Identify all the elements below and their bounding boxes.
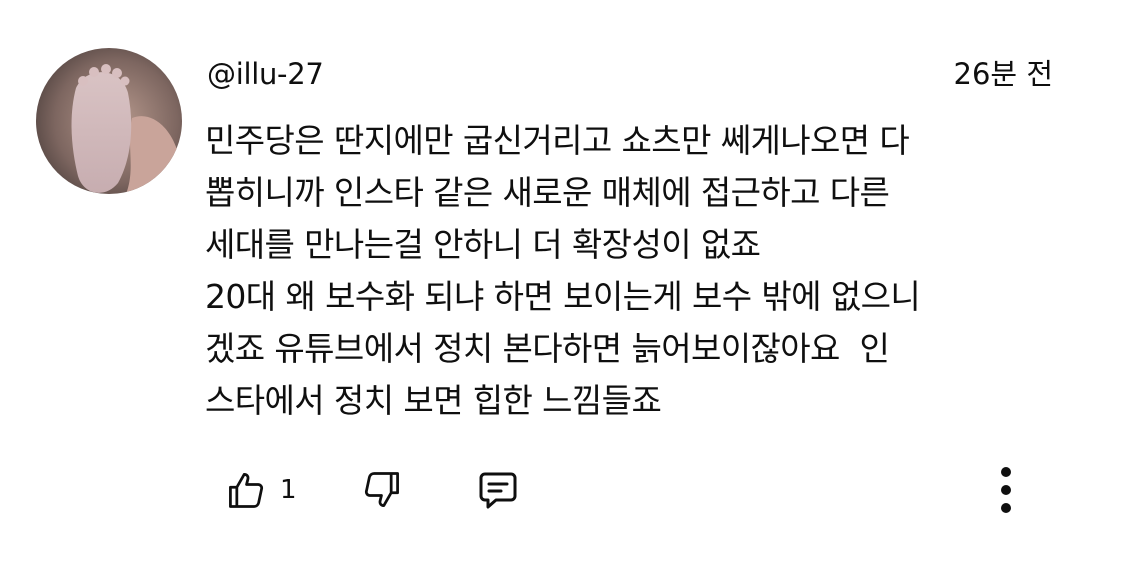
comment-text-line: 스타에서 정치 보면 힙한 느낌들죠 <box>205 381 662 420</box>
more-options-button[interactable] <box>990 462 1022 518</box>
vertical-ellipsis-icon <box>1001 467 1011 513</box>
comment-text: 민주당은 딴지에만 굽신거리고 쇼츠만 쎄게나오면 다 뽑히니까 인스타 같은 … <box>205 115 1075 427</box>
thumbs-up-icon <box>229 473 264 508</box>
thumbs-down-icon <box>364 472 399 507</box>
comment-item: @illu-27 26분 전 민주당은 딴지에만 굽신거리고 쇼츠만 쎄게나오면… <box>0 0 1125 563</box>
comment-reply-icon <box>479 472 517 509</box>
comment-timestamp: 26분 전 <box>953 57 1053 91</box>
comment-text-line: 20대 왜 보수화 되냐 하면 보이는게 보수 밖에 없으니 <box>205 277 921 316</box>
comment-text-line: 겠죠 유튜브에서 정치 본다하면 늙어보이잖아요 인 <box>205 329 890 368</box>
comment-text-line: 세대를 만나는걸 안하니 더 확장성이 없죠 <box>205 225 761 264</box>
comment-text-line: 민주당은 딴지에만 굽신거리고 쇼츠만 쎄게나오면 다 <box>205 121 910 160</box>
comment-text-line: 뽑히니까 인스타 같은 새로운 매체에 접근하고 다른 <box>205 173 890 212</box>
reply-button[interactable] <box>474 462 522 518</box>
avatar[interactable] <box>36 48 182 194</box>
comment-actions: 1 <box>220 462 1100 518</box>
comment-author-handle[interactable]: @illu-27 <box>207 56 324 92</box>
dislike-button[interactable] <box>360 462 404 518</box>
like-button[interactable]: 1 <box>224 462 297 518</box>
like-count: 1 <box>280 475 297 505</box>
